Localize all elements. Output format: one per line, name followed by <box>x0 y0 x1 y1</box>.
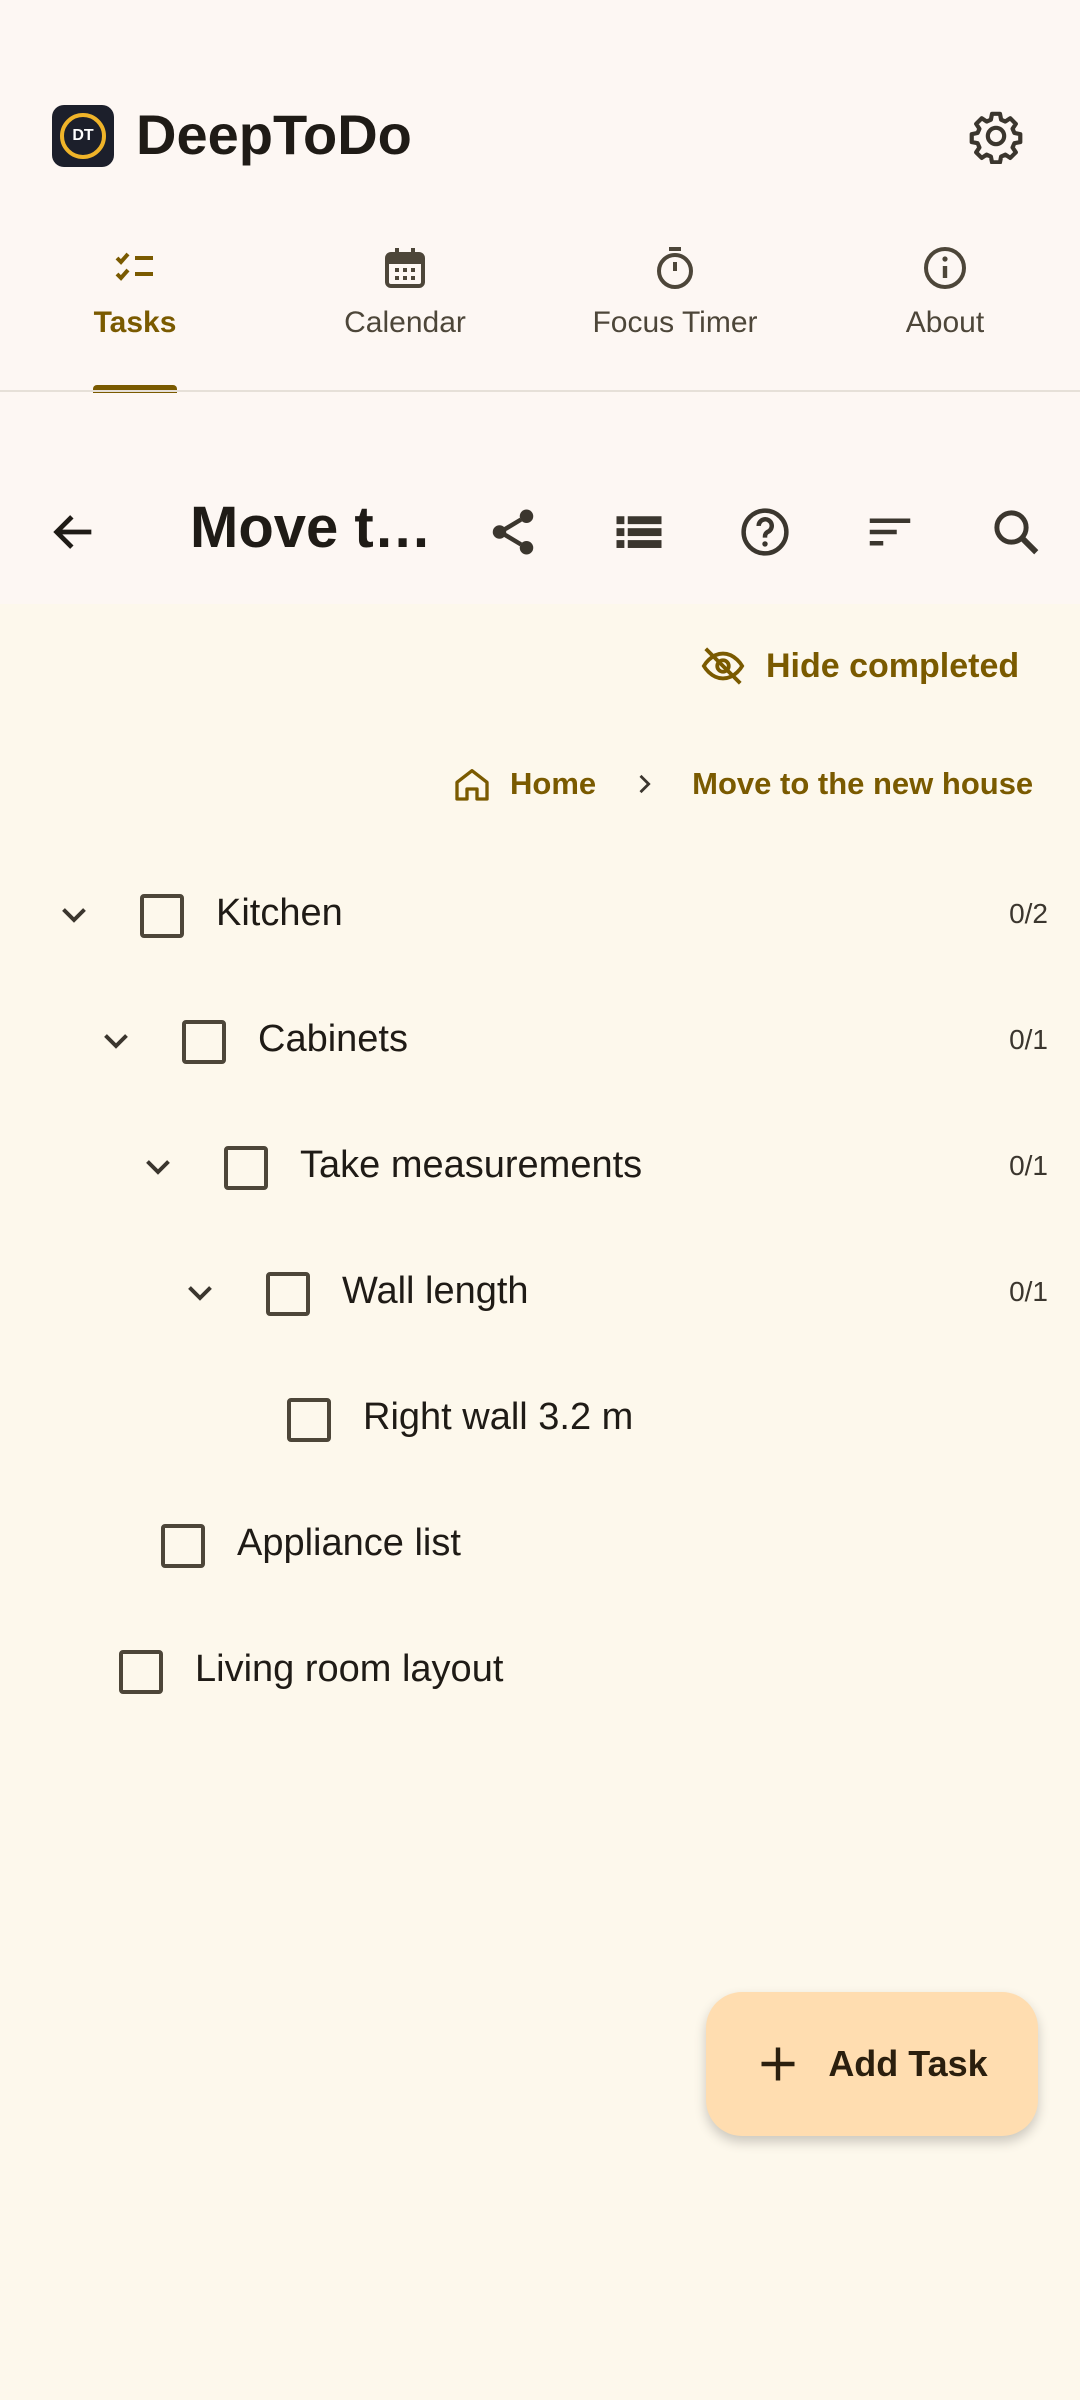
tab-focus-timer[interactable]: Focus Timer <box>540 220 810 392</box>
hide-completed-label: Hide completed <box>766 646 1020 685</box>
tab-label: Calendar <box>344 306 466 339</box>
tab-calendar[interactable]: Calendar <box>270 220 540 392</box>
task-checkbox[interactable] <box>182 1020 226 1064</box>
breadcrumb-home-label[interactable]: Home <box>510 766 596 802</box>
app-title: DeepToDo <box>136 103 412 166</box>
chevron-down-icon <box>146 1160 170 1175</box>
breadcrumb-current: Move to the new house <box>692 766 1034 801</box>
task-row[interactable]: Living room layout <box>0 1620 1080 1720</box>
project-toolbar: Move t… <box>0 480 1080 580</box>
gear-icon <box>969 111 1023 164</box>
share-button[interactable] <box>481 500 545 564</box>
tab-label: Tasks <box>93 306 177 339</box>
task-count: 0/1 <box>1009 1276 1048 1307</box>
plus-icon <box>761 2047 795 2081</box>
info-icon <box>924 247 966 289</box>
task-name: Appliance list <box>237 1522 461 1564</box>
settings-button[interactable] <box>966 106 1026 166</box>
expand-button[interactable] <box>178 1270 222 1314</box>
task-checkbox[interactable] <box>266 1272 310 1316</box>
add-task-button[interactable]: Add Task <box>706 1992 1038 2136</box>
task-name: Kitchen <box>216 892 343 934</box>
project-title: Move t… <box>190 495 430 560</box>
task-row[interactable]: Right wall 3.2 m <box>0 1368 1080 1468</box>
back-button[interactable] <box>42 500 106 564</box>
search-icon <box>994 510 1039 555</box>
tab-label: Focus Timer <box>592 306 758 339</box>
help-button[interactable] <box>733 500 797 564</box>
task-row[interactable]: Take measurements 0/1 <box>0 1116 1080 1216</box>
breadcrumb-home[interactable] <box>452 764 492 804</box>
task-name: Right wall 3.2 m <box>363 1396 634 1438</box>
share-icon <box>492 509 534 555</box>
search-button[interactable] <box>984 500 1048 564</box>
back-arrow-icon <box>53 515 92 549</box>
tab-tasks[interactable]: Tasks <box>0 220 270 392</box>
task-count: 0/1 <box>1009 1150 1048 1181</box>
task-name: Wall length <box>342 1270 529 1312</box>
chevron-down-icon <box>62 908 86 923</box>
list-view-button[interactable] <box>607 500 671 564</box>
calendar-icon <box>385 248 425 288</box>
task-checkbox[interactable] <box>161 1524 205 1568</box>
home-icon <box>455 769 489 801</box>
divider <box>0 390 1080 392</box>
expand-button[interactable] <box>136 1144 180 1188</box>
hide-completed-button[interactable]: Hide completed <box>700 640 1019 692</box>
chevron-right-icon <box>624 764 664 804</box>
add-task-label: Add Task <box>828 2043 988 2084</box>
task-row[interactable]: Cabinets 0/1 <box>0 990 1080 1090</box>
help-icon <box>741 508 789 556</box>
task-checkbox[interactable] <box>224 1146 268 1190</box>
task-name: Living room layout <box>195 1648 504 1690</box>
chevron-down-icon <box>104 1034 128 1049</box>
tasks-icon <box>115 252 153 281</box>
task-row[interactable]: Kitchen 0/2 <box>0 864 1080 964</box>
expand-button[interactable] <box>94 1018 138 1062</box>
expand-button[interactable] <box>52 892 96 936</box>
tab-about[interactable]: About <box>810 220 1080 392</box>
list-view-icon <box>616 516 662 548</box>
app-logo-text: DT <box>60 113 106 159</box>
task-name: Take measurements <box>300 1144 643 1186</box>
app-bar: DT DeepToDo <box>0 90 1080 180</box>
timer-icon <box>657 247 693 289</box>
breadcrumb: Home Move to the new house <box>452 760 1033 808</box>
app-logo: DT <box>52 105 114 167</box>
task-name: Cabinets <box>258 1018 408 1060</box>
task-row[interactable]: Appliance list <box>0 1494 1080 1594</box>
chevron-down-icon <box>188 1286 212 1301</box>
task-checkbox[interactable] <box>287 1398 331 1442</box>
task-row[interactable]: Wall length 0/1 <box>0 1242 1080 1342</box>
sort-button[interactable] <box>858 500 922 564</box>
tab-label: About <box>905 306 985 339</box>
tab-bar: Tasks Calendar Focus Timer About <box>0 220 1080 393</box>
task-checkbox[interactable] <box>140 894 184 938</box>
task-count: 0/1 <box>1009 1024 1048 1055</box>
task-count: 0/2 <box>1009 898 1048 929</box>
task-checkbox[interactable] <box>119 1650 163 1694</box>
sort-icon <box>869 518 911 546</box>
eye-off-icon <box>701 647 745 685</box>
